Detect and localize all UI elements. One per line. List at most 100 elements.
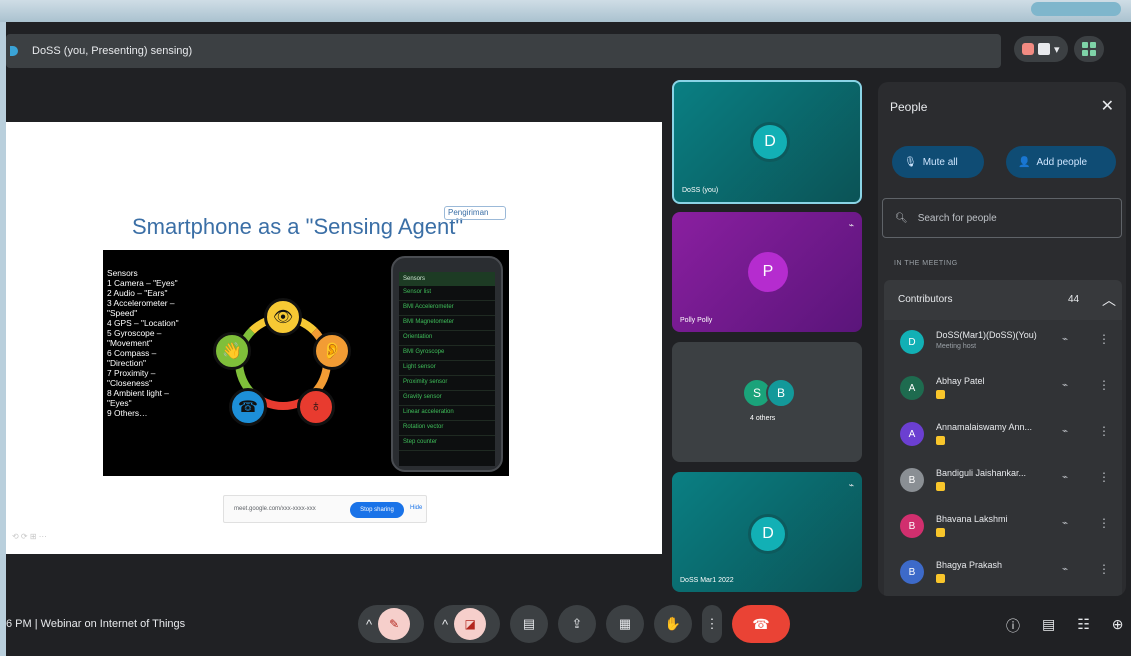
top-actions: ▾ [1014,36,1104,62]
meeting-info: 6 PM | Webinar on Internet of Things [6,618,186,630]
phone-sensor-row: Proximity sensor [399,376,495,391]
phone-sensor-row: Orientation [399,331,495,346]
avatar: B [766,378,796,408]
phone-sensor-row: Gravity sensor [399,391,495,406]
list-item[interactable]: B Bandiguli Jaishankar... ⌁ ⋮ [884,458,1122,504]
list-item[interactable]: A Annamalaiswamy Ann... ⌁ ⋮ [884,412,1122,458]
participant-tile[interactable]: ⌁ P Polly Polly [672,212,862,332]
avatar: D [748,514,788,554]
section-label: IN THE MEETING [894,260,958,267]
host-controls-icon[interactable]: ⊕ [1112,616,1124,636]
phone-sensor-row: BMI Magnetometer [399,316,495,331]
present-button[interactable]: ⇪ [558,605,596,643]
more-options-icon[interactable]: ⋮ [1098,424,1110,438]
close-icon[interactable]: ✕ [1101,96,1114,116]
top-action-chip[interactable]: ▾ [1014,36,1068,62]
avatar: B [900,514,924,538]
participant-name: Bhavana Lakshmi [936,514,1008,524]
avatar-group: S B [742,378,796,408]
hang-up-icon: ☎ [752,615,770,632]
layout-button[interactable]: ▦ [606,605,644,643]
slide-nav-controls[interactable]: ⟲ ⟳ ⊞ ⋯ [12,532,47,541]
apps-chip[interactable] [1073,36,1104,62]
slide-badge: Pengiriman [444,206,506,220]
call-controls: ^ ✎ ^ ◪ ▤ ⇪ ▦ ✋ ⋮ ☎ [358,604,790,644]
chat-icon[interactable]: ▤ [1042,616,1055,636]
presentation-title: DoSS (you, Presenting) sensing) [32,45,193,57]
mic-icon: ⌁ [1062,518,1069,529]
participant-name: 4 others [750,415,776,422]
more-options-icon[interactable]: ⋮ [1098,378,1110,392]
presentation-title-bar: DoSS (you, Presenting) sensing) [6,34,1001,68]
recording-icon [1022,43,1034,55]
shared-slide: Smartphone as a "Sensing Agent" Pengirim… [6,122,662,554]
hide-link[interactable]: Hide [410,505,422,511]
phone-sensor-row: Light sensor [399,361,495,376]
add-people-button[interactable]: 👤 Add people [1006,146,1116,178]
list-item[interactable]: A Abhay Patel ⌁ ⋮ [884,366,1122,412]
badge-icon [936,436,945,445]
mic-icon: ⌁ [1062,426,1069,437]
activities-icon[interactable]: ☷ [1077,616,1090,636]
phone-sensor-row: Step counter [399,436,495,451]
chevron-up-icon[interactable]: ^ [442,617,448,632]
participant-name: Bandiguli Jaishankar... [936,468,1027,478]
more-options-icon[interactable]: ⋮ [1098,470,1110,484]
more-options-icon[interactable]: ⋮ [1098,332,1110,346]
search-input[interactable]: 🔍︎ Search for people [882,198,1122,238]
phone-sensor-row: Linear acceleration [399,406,495,421]
sensor-line: 2 Audio – "Ears" [107,288,168,298]
mute-all-button[interactable]: 🎙 Mute all [892,146,984,178]
group-label: Contributors [898,294,953,305]
hand-icon: 👋 [213,332,251,370]
list-item[interactable]: B Bhavana Lakshmi ⌁ ⋮ [884,504,1122,550]
list-item[interactable]: B Bhagya Prakash ⌁ ⋮ [884,550,1122,596]
camera-control[interactable]: ^ ◪ [434,605,500,643]
layout-icon: ▦ [618,616,632,631]
avatar: B [900,560,924,584]
chevron-up-icon: ︿ [1102,292,1116,308]
mic-icon: ⌁ [1062,334,1069,345]
people-panel: People ✕ 🎙 Mute all 👤 Add people 🔍︎ Sear… [878,82,1126,596]
more-options-icon: ⋮ [705,616,719,631]
presenting-indicator [10,46,18,56]
participant-tile[interactable]: ⌁ D DoSS Mar1 2022 [672,472,862,592]
list-item[interactable]: D DoSS(Mar1)(DoSS)(You) Meeting host ⌁ ⋮ [884,320,1122,366]
info-icon[interactable]: ⓘ [1006,616,1020,636]
add-people-label: Add people [1036,156,1088,168]
mic-icon: ⌁ [1062,472,1069,483]
panel-title: People [890,100,928,114]
meet-window: DoSS (you, Presenting) sensing) ▾ Smartp… [6,22,1131,656]
participant-name: Polly Polly [680,317,713,324]
search-placeholder: Search for people [917,212,997,224]
contributors-group-header[interactable]: Contributors 44 ︿ [884,280,1122,320]
end-call-button[interactable]: ☎ [732,605,790,643]
browser-toolbar-pill[interactable] [1031,2,1121,16]
phone-app-bar: Sensors [399,272,495,286]
more-options-icon[interactable]: ⋮ [1098,562,1110,576]
captions-button[interactable]: ▤ [510,605,548,643]
present-icon: ⇪ [571,616,583,631]
mic-icon: ⌁ [1062,564,1069,575]
mic-off-icon[interactable]: ✎ [378,608,411,640]
raise-hand-button[interactable]: ✋ [654,605,692,643]
participant-list: D DoSS(Mar1)(DoSS)(You) Meeting host ⌁ ⋮… [884,320,1122,596]
phone-sensor-row: BMI Accelerometer [399,301,495,316]
more-options-button[interactable]: ⋮ [702,605,722,643]
badge-icon [936,482,945,491]
mic-icon: ⌁ [848,480,854,490]
captions-icon: ▤ [522,616,536,631]
microphone-control[interactable]: ^ ✎ [358,605,424,643]
participant-tile[interactable]: D DoSS (you) [672,80,862,204]
slide-image: Sensors 1 Camera – "Eyes" 2 Audio – "Ear… [103,250,509,476]
avatar: A [900,422,924,446]
phone-mockup: Sensors Sensor list BMI Accelerometer BM… [391,256,503,472]
more-options-icon[interactable]: ⋮ [1098,516,1110,530]
hand-icon: ✋ [664,616,682,631]
participant-name: Bhagya Prakash [936,560,1003,570]
chevron-up-icon[interactable]: ^ [366,617,372,632]
camera-off-icon[interactable]: ◪ [454,608,487,640]
participant-tile[interactable]: S B 4 others [672,342,862,462]
mic-icon: ⌁ [848,220,854,230]
stop-sharing-button[interactable]: Stop sharing [350,502,404,518]
